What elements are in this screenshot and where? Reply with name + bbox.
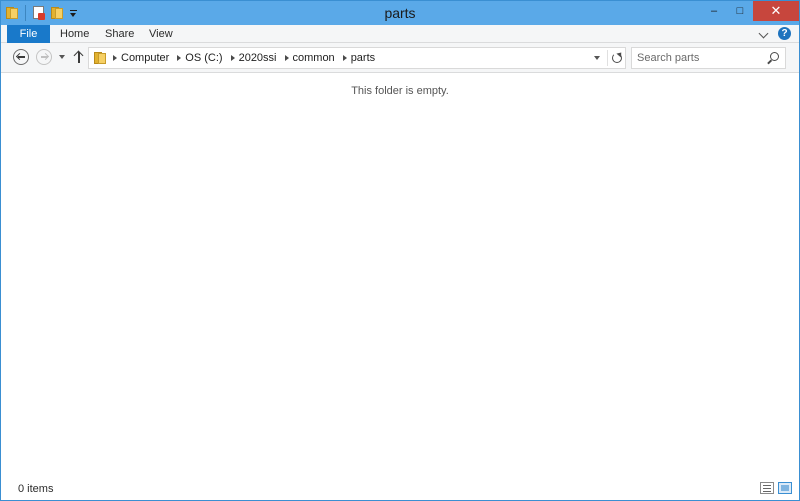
breadcrumb-common[interactable]: common	[293, 48, 339, 68]
up-button[interactable]	[73, 49, 85, 65]
breadcrumb-arrow-icon[interactable]	[339, 48, 351, 68]
file-list-pane[interactable]: This folder is empty.	[1, 73, 799, 477]
window-title: parts	[384, 5, 416, 21]
search-icon[interactable]	[767, 52, 779, 64]
breadcrumb-arrow-icon[interactable]	[173, 48, 185, 68]
help-icon[interactable]: ?	[778, 27, 791, 40]
breadcrumb-arrow-icon[interactable]	[281, 48, 293, 68]
tab-file[interactable]: File	[7, 25, 50, 43]
maximize-button[interactable]: □	[727, 1, 753, 21]
close-button[interactable]: ✕	[753, 1, 799, 21]
breadcrumb-os-c[interactable]: OS (C:)	[185, 48, 226, 68]
ribbon-tabs: File Home Share View ?	[1, 25, 799, 43]
breadcrumb-arrow-icon[interactable]	[227, 48, 239, 68]
location-folder-icon	[93, 51, 107, 65]
tab-home[interactable]: Home	[60, 25, 89, 43]
explorer-window: parts – □ ✕ File Home Share View ? Compu…	[0, 0, 800, 501]
empty-folder-message: This folder is empty.	[351, 85, 449, 97]
back-button[interactable]	[13, 49, 29, 65]
address-history-dropdown-icon[interactable]	[594, 56, 600, 60]
navigation-bar: Computer OS (C:) 2020ssi common parts	[1, 43, 799, 73]
minimize-button[interactable]: –	[701, 1, 727, 21]
breadcrumb-arrow-icon[interactable]	[109, 48, 121, 68]
expand-ribbon-chevron-icon[interactable]	[759, 28, 769, 38]
forward-button[interactable]	[36, 49, 52, 65]
breadcrumb: Computer OS (C:) 2020ssi common parts	[109, 48, 379, 68]
breadcrumb-2020ssi[interactable]: 2020ssi	[239, 48, 281, 68]
breadcrumb-computer[interactable]: Computer	[121, 48, 173, 68]
details-view-icon[interactable]	[760, 482, 774, 494]
item-count: 0 items	[18, 483, 54, 495]
title-bar[interactable]: parts – □ ✕	[1, 1, 799, 25]
search-input[interactable]	[637, 50, 762, 66]
refresh-icon[interactable]	[607, 50, 623, 66]
recent-locations-dropdown-icon[interactable]	[59, 55, 65, 59]
address-bar[interactable]: Computer OS (C:) 2020ssi common parts	[88, 47, 626, 69]
tab-view[interactable]: View	[149, 25, 173, 43]
search-box[interactable]	[631, 47, 786, 69]
window-controls: – □ ✕	[701, 1, 799, 21]
tab-share[interactable]: Share	[105, 25, 134, 43]
large-icons-view-icon[interactable]	[778, 482, 792, 494]
status-bar: 0 items	[1, 477, 799, 500]
breadcrumb-parts[interactable]: parts	[351, 48, 379, 68]
